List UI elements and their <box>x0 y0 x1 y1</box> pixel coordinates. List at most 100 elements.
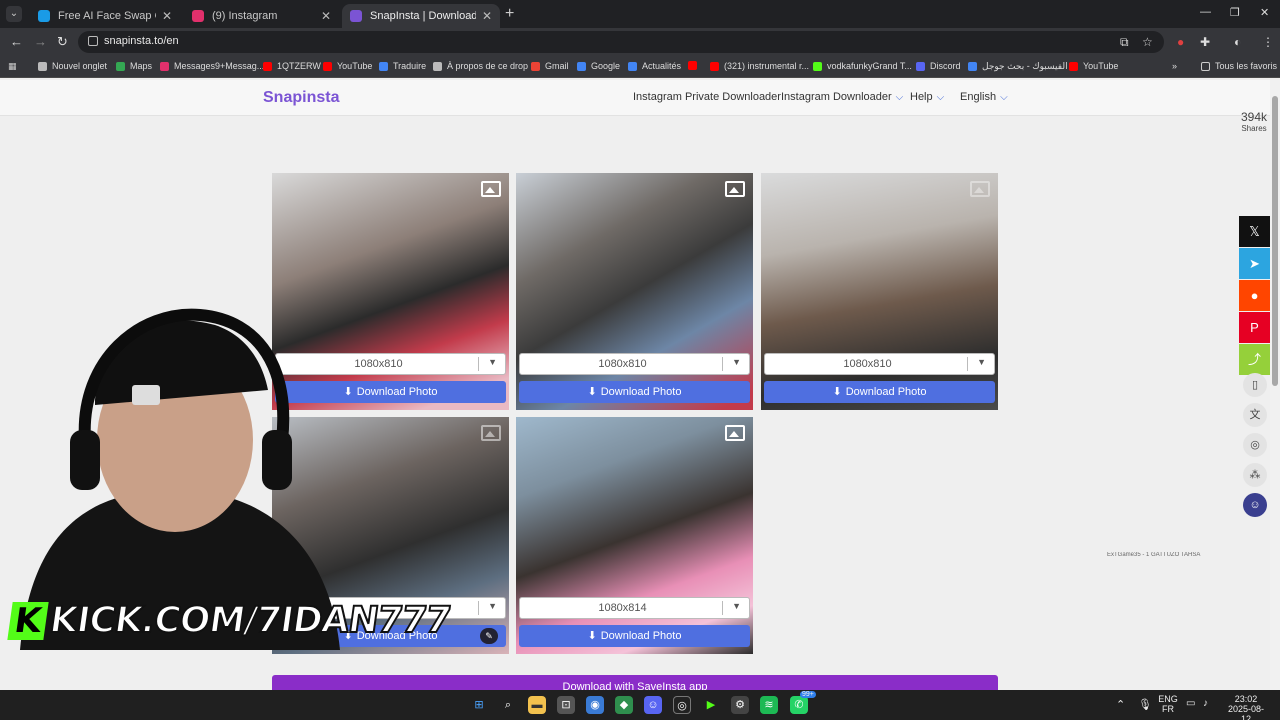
minimize-icon[interactable]: — <box>1200 6 1211 18</box>
language-indicator[interactable]: ENG FR <box>1158 694 1178 714</box>
volume-icon[interactable]: ♪ <box>1203 698 1208 709</box>
bookmark-item[interactable]: Google <box>577 61 620 71</box>
podcast-icon[interactable]: ◎ <box>1243 433 1267 457</box>
reddit-share-icon[interactable]: ● <box>1239 280 1270 311</box>
apps-icon[interactable]: ⁂ <box>1243 463 1267 487</box>
download-photo-button[interactable]: ⬇ Download Photo <box>519 381 750 403</box>
store-icon[interactable]: ⊡ <box>557 696 575 714</box>
back-icon[interactable]: ← <box>10 34 23 49</box>
steam-icon[interactable]: ⚙ <box>731 696 749 714</box>
reader-icon[interactable]: ▯ <box>1243 373 1267 397</box>
chevron-down-icon: ⌵ <box>936 92 945 103</box>
extension-icon[interactable]: ● <box>1177 35 1184 49</box>
clock[interactable]: 23:02 2025-08-12 <box>1224 694 1268 720</box>
tab-snapinsta[interactable]: SnapInsta | Download Instagram ✕ <box>342 4 500 28</box>
caret-down-icon: ▼ <box>977 357 986 367</box>
chrome-icon[interactable]: ◉ <box>586 696 604 714</box>
close-icon[interactable]: ✕ <box>321 9 331 23</box>
apps-grid-icon[interactable]: ▦ <box>8 61 17 72</box>
app-icon[interactable]: ◆ <box>615 696 633 714</box>
magic-wand-icon[interactable]: ✎ <box>480 628 498 644</box>
scrollbar-thumb[interactable] <box>1272 96 1278 386</box>
tab-search-icon[interactable]: ⌄ <box>6 6 22 22</box>
new-tab-icon[interactable]: + <box>505 5 514 23</box>
bookmark-item[interactable]: Traduire <box>379 61 426 71</box>
resolution-select[interactable]: 1080x810 ▼ <box>519 353 750 375</box>
translate-icon[interactable]: 文 <box>1243 403 1267 427</box>
headphone-cup-right <box>262 430 292 490</box>
bookmark-item[interactable]: Nouvel onglet <box>38 61 107 71</box>
bookmark-item[interactable]: YouTube <box>1069 61 1118 71</box>
close-icon[interactable]: ✕ <box>482 9 492 23</box>
chevron-right-icon[interactable]: » <box>1172 61 1177 71</box>
chevron-down-icon: ⌵ <box>895 92 904 103</box>
site-info-icon[interactable] <box>88 36 98 46</box>
chevron-down-icon: ⌵ <box>1000 92 1008 103</box>
nav-private-downloader[interactable]: Instagram Private Downloader <box>633 91 781 103</box>
download-icon: ⬇ <box>587 386 597 398</box>
download-photo-button[interactable]: ⬇ Download Photo <box>764 381 995 403</box>
discord-icon <box>916 61 925 71</box>
telegram-share-icon[interactable]: ➤ <box>1239 248 1270 279</box>
kick-watermark: K KICK.COM/7IDAN777 <box>7 599 454 642</box>
bookmark-item[interactable]: Discord <box>916 61 961 71</box>
bookmark-item[interactable]: YouTube <box>323 61 372 71</box>
profile-avatar-icon[interactable]: ◐ <box>1234 35 1241 49</box>
headphone-cup-left <box>70 430 100 490</box>
download-photo-button[interactable]: ⬇ Download Photo <box>519 625 750 647</box>
site-logo[interactable]: Snapinsta <box>263 89 339 107</box>
forward-icon[interactable]: → <box>34 34 47 49</box>
nav-help[interactable]: Help ⌵ <box>910 91 944 103</box>
page-scrollbar[interactable] <box>1270 80 1280 690</box>
network-icon[interactable]: ▭ <box>1186 698 1195 709</box>
snapinsta-icon <box>350 10 362 22</box>
all-bookmarks[interactable]: Tous les favoris <box>1201 61 1277 71</box>
saveinsta-app-banner[interactable]: Download with SaveInsta app <box>272 675 998 690</box>
caret-down-icon: ▼ <box>488 601 497 611</box>
resolution-select[interactable]: 1080x814 ▼ <box>519 597 750 619</box>
menu-kebab-icon[interactable]: ⋮ <box>1262 35 1274 49</box>
discord-icon[interactable]: ☺ <box>644 696 662 714</box>
tab-face-swap[interactable]: Free AI Face Swap Online (No S ✕ <box>30 4 180 28</box>
url-text[interactable]: snapinsta.to/en <box>104 35 179 47</box>
kick-logo-icon: K <box>7 601 49 641</box>
maximize-icon[interactable]: ❐ <box>1230 6 1240 19</box>
kick-app-icon[interactable]: ▶ <box>702 696 720 714</box>
bookmark-item[interactable]: Messages9+Messag... <box>160 61 264 71</box>
nav-instagram-downloader[interactable]: Instagram Downloader ⌵ <box>781 91 903 103</box>
close-icon[interactable]: ✕ <box>162 9 172 23</box>
bookmark-star-icon[interactable]: ☆ <box>1142 35 1153 49</box>
bookmark-item[interactable]: Actualités <box>628 61 681 71</box>
bookmark-item[interactable]: (321) instrumental r... <box>710 61 809 71</box>
obs-icon[interactable]: ◎ <box>673 696 691 714</box>
bookmark-item[interactable]: vodkafunkyGrand T... <box>813 61 912 71</box>
address-bar[interactable]: snapinsta.to/en <box>78 31 1164 53</box>
window-close-icon[interactable]: ✕ <box>1260 6 1269 19</box>
bookmark-item[interactable]: Maps <box>116 61 152 71</box>
spotify-icon[interactable]: ≋ <box>760 696 778 714</box>
bookmark-item[interactable] <box>688 61 702 70</box>
bookmark-item[interactable]: 1QTZERW <box>263 61 321 71</box>
whatsapp-icon[interactable]: ✆ <box>790 696 808 714</box>
windows-start-icon[interactable]: ⊞ <box>470 696 488 714</box>
reload-icon[interactable]: ↻ <box>57 34 68 50</box>
tray-chevron-up-icon[interactable]: ⌃ <box>1116 698 1125 711</box>
tab-instagram[interactable]: (9) Instagram ✕ <box>184 4 339 28</box>
bookmark-item[interactable]: À propos de ce drop <box>433 61 528 71</box>
bookmark-item[interactable]: الفيسبوك - بحث جوجل <box>968 61 1068 72</box>
bookmark-item[interactable]: Gmail <box>531 61 569 71</box>
pinterest-share-icon[interactable]: P <box>1239 312 1270 343</box>
extensions-puzzle-icon[interactable]: ✚ <box>1200 35 1210 49</box>
nav-language[interactable]: English ⌵ <box>960 91 1008 103</box>
share-icon[interactable]: ⤴ <box>1239 344 1270 375</box>
image-icon <box>725 425 745 441</box>
resolution-select[interactable]: 1080x810 ▼ <box>764 353 995 375</box>
search-icon[interactable]: ⌕ <box>499 696 517 714</box>
file-explorer-icon[interactable]: ▬ <box>528 696 546 714</box>
assistant-icon[interactable]: ☺ <box>1243 493 1267 517</box>
install-app-icon[interactable]: ⧉ <box>1120 35 1129 50</box>
x-share-icon[interactable]: 𝕏 <box>1239 216 1270 247</box>
share-counter: 394k Shares <box>1240 110 1268 133</box>
caret-down-icon: ▼ <box>732 601 741 611</box>
microphone-icon[interactable]: 🎙 <box>1138 698 1152 711</box>
